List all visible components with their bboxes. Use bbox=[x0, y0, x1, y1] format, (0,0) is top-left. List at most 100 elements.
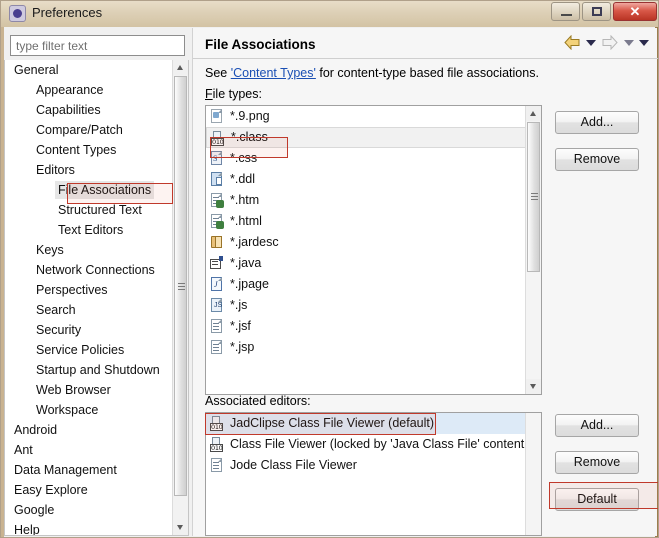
doc-file-icon bbox=[210, 340, 225, 355]
scroll-grip bbox=[178, 283, 185, 290]
maximize-button[interactable] bbox=[582, 2, 611, 21]
associated-editors-list[interactable]: 010 JadClipse Class File Viewer (default)… bbox=[205, 412, 542, 536]
sidebar-item-label: Network Connections bbox=[36, 263, 155, 277]
sidebar-item-label: Web Browser bbox=[36, 383, 111, 397]
sidebar-item-label: Easy Explore bbox=[14, 483, 88, 497]
page-navigation bbox=[563, 34, 649, 51]
sidebar-item-web-browser[interactable]: Web Browser bbox=[33, 381, 114, 399]
preferences-dialog: Preferences ✕ type filter text General Ap… bbox=[0, 0, 659, 538]
sidebar-item-structured-text[interactable]: Structured Text bbox=[55, 201, 145, 219]
sidebar-item-label: Search bbox=[36, 303, 76, 317]
file-type-row[interactable]: 010 *.class bbox=[206, 127, 539, 148]
file-type-row[interactable]: *.htm bbox=[206, 190, 541, 211]
page-menu-icon[interactable] bbox=[639, 40, 649, 46]
file-types-remove-button[interactable]: Remove bbox=[555, 148, 639, 171]
sidebar-item-workspace[interactable]: Workspace bbox=[33, 401, 101, 419]
html-file-icon bbox=[210, 193, 225, 208]
sidebar-item-text-editors[interactable]: Text Editors bbox=[55, 221, 126, 239]
file-type-row[interactable]: *.jsp bbox=[206, 337, 541, 358]
associated-editors-label: Associated editors: bbox=[205, 394, 311, 408]
description-text: See 'Content Types' for content-type bas… bbox=[205, 66, 539, 80]
close-button[interactable]: ✕ bbox=[613, 2, 657, 21]
class-file-icon: 010 bbox=[211, 131, 226, 146]
sidebar-item-perspectives[interactable]: Perspectives bbox=[33, 281, 111, 299]
scroll-up-icon[interactable] bbox=[173, 60, 188, 75]
tree-scrollbar[interactable] bbox=[172, 60, 188, 535]
sidebar-item-ant[interactable]: Ant bbox=[11, 441, 36, 459]
editors-default-button[interactable]: Default bbox=[555, 488, 639, 511]
file-type-label: *.js bbox=[230, 298, 248, 312]
sidebar-item-startup-and-shutdown[interactable]: Startup and Shutdown bbox=[33, 361, 163, 379]
file-type-row[interactable]: *.jsf bbox=[206, 316, 541, 337]
sidebar-item-data-management[interactable]: Data Management bbox=[11, 461, 120, 479]
file-type-row[interactable]: *.java bbox=[206, 253, 541, 274]
file-types-label-rest: ile types: bbox=[212, 87, 262, 101]
close-icon: ✕ bbox=[629, 4, 641, 19]
sidebar-item-editors[interactable]: Editors bbox=[33, 161, 78, 179]
sidebar-item-label: Service Policies bbox=[36, 343, 125, 357]
sidebar-item-compare-patch[interactable]: Compare/Patch bbox=[33, 121, 126, 139]
forward-arrow-icon bbox=[601, 34, 619, 51]
file-type-label: *.jsf bbox=[230, 319, 251, 333]
sidebar-item-label: Data Management bbox=[14, 463, 117, 477]
sidebar-item-google[interactable]: Google bbox=[11, 501, 57, 519]
sidebar-item-android[interactable]: Android bbox=[11, 421, 60, 439]
editors-scrollbar[interactable] bbox=[525, 413, 541, 535]
editors-add-button[interactable]: Add... bbox=[555, 414, 639, 437]
sidebar-item-general[interactable]: General bbox=[11, 61, 61, 79]
file-type-row[interactable]: *.jardesc bbox=[206, 232, 541, 253]
sidebar-item-network-connections[interactable]: Network Connections bbox=[33, 261, 158, 279]
scroll-down-icon[interactable] bbox=[173, 520, 188, 535]
associated-editor-row[interactable]: 010 JadClipse Class File Viewer (default) bbox=[206, 413, 541, 434]
sidebar-item-label: Security bbox=[36, 323, 82, 337]
page-title: File Associations bbox=[205, 37, 316, 52]
filetypes-scroll-up-icon[interactable] bbox=[526, 106, 541, 121]
doc-file-icon bbox=[210, 458, 225, 473]
preferences-tree[interactable]: General Appearance Capabilities Compare/Pat… bbox=[4, 60, 189, 536]
file-types-scrollbar[interactable] bbox=[525, 106, 541, 394]
title-bar: Preferences ✕ bbox=[1, 1, 658, 27]
file-type-row[interactable]: S *.css bbox=[206, 148, 541, 169]
sidebar-item-search[interactable]: Search bbox=[33, 301, 79, 319]
sidebar-item-file-associations[interactable]: File Associations bbox=[55, 181, 155, 199]
sidebar-item-security[interactable]: Security bbox=[33, 321, 84, 339]
minimize-button[interactable] bbox=[551, 2, 580, 21]
sidebar-item-label: Help bbox=[14, 523, 40, 536]
sidebar-item-content-types[interactable]: Content Types bbox=[33, 141, 119, 159]
sidebar-item-easy-explore[interactable]: Easy Explore bbox=[11, 481, 91, 499]
filter-input[interactable]: type filter text bbox=[10, 35, 185, 56]
html-file-icon bbox=[210, 214, 225, 229]
filetypes-scroll-down-icon[interactable] bbox=[526, 379, 541, 394]
file-type-row[interactable]: *.9.png bbox=[206, 106, 541, 127]
tree-scroll-thumb[interactable] bbox=[174, 76, 187, 496]
js-file-icon: JS bbox=[210, 298, 225, 313]
file-type-row[interactable]: *.html bbox=[206, 211, 541, 232]
back-dropdown-icon[interactable] bbox=[586, 40, 596, 46]
sidebar-item-capabilities[interactable]: Capabilities bbox=[33, 101, 104, 119]
css-file-icon: S bbox=[210, 151, 225, 166]
sidebar-item-label: Perspectives bbox=[36, 283, 108, 297]
filetypes-scroll-thumb[interactable] bbox=[527, 122, 540, 272]
editors-remove-button[interactable]: Remove bbox=[555, 451, 639, 474]
image-file-icon bbox=[210, 109, 225, 124]
forward-dropdown-icon[interactable] bbox=[624, 40, 634, 46]
sidebar-item-service-policies[interactable]: Service Policies bbox=[33, 341, 127, 359]
content-types-link[interactable]: 'Content Types' bbox=[231, 66, 316, 80]
description-suffix: for content-type based file associations… bbox=[315, 66, 539, 80]
associated-editor-row[interactable]: 010 Class File Viewer (locked by 'Java Cl… bbox=[206, 434, 541, 455]
file-type-label: *.jpage bbox=[230, 277, 269, 291]
sidebar-item-keys[interactable]: Keys bbox=[33, 241, 67, 259]
associated-editor-label: Jode Class File Viewer bbox=[230, 458, 357, 472]
file-type-row[interactable]: J *.jpage bbox=[206, 274, 541, 295]
file-type-row[interactable]: JS *.js bbox=[206, 295, 541, 316]
associated-editor-row[interactable]: Jode Class File Viewer bbox=[206, 455, 541, 476]
file-type-label: *.9.png bbox=[230, 109, 270, 123]
sidebar-item-help[interactable]: Help bbox=[11, 521, 43, 536]
file-types-add-button[interactable]: Add... bbox=[555, 111, 639, 134]
window-title: Preferences bbox=[32, 5, 103, 20]
file-types-list[interactable]: *.9.png 010 *.class S *.css *.ddl *.htm *.html *… bbox=[205, 105, 542, 395]
class-file-icon: 010 bbox=[210, 416, 225, 431]
sidebar-item-appearance[interactable]: Appearance bbox=[33, 81, 106, 99]
file-type-row[interactable]: *.ddl bbox=[206, 169, 541, 190]
back-arrow-icon[interactable] bbox=[563, 34, 581, 51]
